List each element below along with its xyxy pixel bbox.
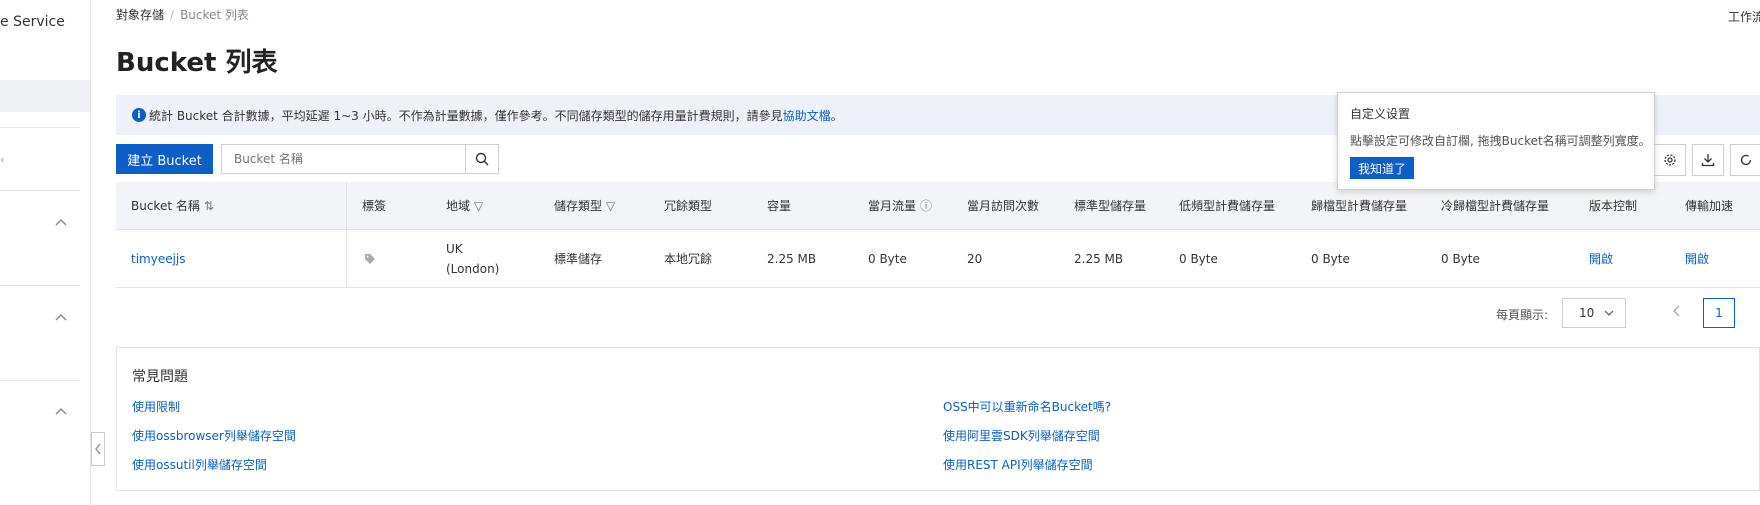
header-storage-type[interactable]: 儲存類型 ▽ <box>554 182 615 229</box>
sidebar-divider <box>0 285 80 286</box>
page-size-value: 10 <box>1579 306 1595 320</box>
help-doc-link[interactable]: 協助文檔 <box>783 107 831 124</box>
sidebar-divider <box>0 190 80 191</box>
header-bucket-name[interactable]: Bucket 名稱 ⇅ <box>131 182 214 229</box>
chevron-up-icon[interactable] <box>54 405 68 417</box>
tag-icon[interactable] <box>364 253 376 265</box>
sidebar-collapse-button[interactable] <box>91 432 105 466</box>
breadcrumb-separator: / <box>170 8 175 22</box>
chevron-up-icon[interactable] <box>54 311 68 323</box>
page-number-button[interactable]: 1 <box>1703 298 1735 328</box>
header-monthly-traffic: 當月流量 ⓘ <box>868 197 933 214</box>
header-region[interactable]: 地域 ▽ <box>446 182 483 229</box>
create-bucket-button[interactable]: 建立 Bucket <box>116 144 213 174</box>
faq-link[interactable]: 使用ossutil列舉儲存空間 <box>132 456 267 473</box>
page-size-select[interactable]: 10 <box>1562 298 1626 328</box>
page-size-label: 每頁顯示: <box>1496 308 1549 322</box>
notice-text: 統計 Bucket 合計數據，平均延遲 1~3 小時。不作為計量數據，僅作參考。… <box>149 108 783 123</box>
download-icon <box>1701 154 1715 167</box>
service-title: e Service <box>0 14 65 30</box>
faq-link[interactable]: 使用限制 <box>132 398 180 415</box>
archive-storage-cell: 0 Byte <box>1311 251 1350 266</box>
bucket-search-input[interactable] <box>221 144 466 174</box>
got-it-button[interactable]: 我知道了 <box>1350 157 1415 179</box>
header-tags: 標簽 <box>362 199 387 213</box>
page-title: Bucket 列表 <box>116 48 278 78</box>
standard-storage-cell: 2.25 MB <box>1074 251 1124 266</box>
chevron-left-icon <box>1673 305 1680 317</box>
prev-page-button[interactable] <box>1672 304 1682 322</box>
sidebar: e Service ‹ <box>0 0 91 505</box>
sidebar-item-marker: ‹ <box>0 153 5 166</box>
monthly-visits-cell: 20 <box>967 251 983 266</box>
header-redundancy: 冗餘類型 <box>664 199 713 213</box>
faq-link[interactable]: 使用REST API列舉儲存空間 <box>943 456 1093 473</box>
ia-storage-cell: 0 Byte <box>1179 251 1218 266</box>
sidebar-divider <box>0 127 80 128</box>
custom-settings-popover: 自定义设置 點擊設定可修改自訂欄, 拖拽Bucket名稱可調整列寬度。 我知道了 <box>1337 92 1655 190</box>
download-button[interactable] <box>1692 144 1724 176</box>
search-icon <box>475 152 489 166</box>
header-transfer-acceleration: 傳輸加速 <box>1685 199 1734 213</box>
versioning-link[interactable]: 開啟 <box>1589 230 1613 287</box>
help-icon[interactable]: ⓘ <box>920 197 932 214</box>
storage-type-cell: 標準儲存 <box>554 252 603 266</box>
filter-icon[interactable]: ▽ <box>606 199 615 213</box>
sidebar-divider <box>0 380 80 381</box>
bucket-name-link[interactable]: timyeejjs <box>131 230 186 287</box>
chevron-up-icon[interactable] <box>54 216 68 228</box>
popover-description: 點擊設定可修改自訂欄, 拖拽Bucket名稱可調整列寬度。 <box>1350 134 1651 148</box>
faq-panel: 常見問題 使用限制 使用ossbrowser列舉儲存空間 使用ossutil列舉… <box>116 347 1760 491</box>
bucket-table: Bucket 名稱 ⇅ 標簽 地域 ▽ 儲存類型 ▽ 冗餘類型 容量 當月流量 ⓘ 當月… <box>116 182 1760 288</box>
column-divider[interactable] <box>346 182 347 229</box>
popover-title: 自定义设置 <box>1350 107 1411 121</box>
region-line: UK <box>446 241 463 256</box>
cold-archive-storage-cell: 0 Byte <box>1441 251 1480 266</box>
header-standard-storage: 標準型儲存量 <box>1074 199 1147 213</box>
refresh-icon <box>1740 154 1752 166</box>
redundancy-cell: 本地冗餘 <box>664 252 713 266</box>
breadcrumb: 對象存儲 / Bucket 列表 <box>116 6 249 23</box>
settings-button[interactable] <box>1654 144 1686 176</box>
chevron-left-icon <box>95 443 101 455</box>
sort-icon[interactable]: ⇅ <box>204 199 214 213</box>
header-ia-storage: 低頻型計費儲存量 <box>1179 199 1276 213</box>
sidebar-item-active[interactable] <box>0 80 90 112</box>
region-cell: UK (London) <box>446 230 499 287</box>
capacity-cell: 2.25 MB <box>767 251 817 266</box>
transfer-acceleration-link[interactable]: 開啟 <box>1685 230 1709 287</box>
faq-title: 常見問題 <box>132 369 188 385</box>
column-divider <box>346 230 347 287</box>
region-line: (London) <box>446 261 500 276</box>
faq-link[interactable]: 使用ossbrowser列舉儲存空間 <box>132 427 296 444</box>
info-icon: i <box>132 108 146 122</box>
tag-cell[interactable] <box>364 230 376 287</box>
search-button[interactable] <box>465 144 499 174</box>
table-row: timyeejjs UK (London) 標準儲存 本地冗餘 2.25 MB … <box>116 230 1760 288</box>
breadcrumb-current: Bucket 列表 <box>180 8 249 22</box>
faq-link[interactable]: OSS中可以重新命名Bucket嗎? <box>943 398 1111 415</box>
breadcrumb-root[interactable]: 對象存儲 <box>116 8 164 22</box>
filter-icon[interactable]: ▽ <box>474 199 483 213</box>
notice-tail: 。 <box>830 108 843 123</box>
top-right-link[interactable]: 工作流 <box>1728 8 1760 25</box>
monthly-traffic-cell: 0 Byte <box>868 251 907 266</box>
header-capacity: 容量 <box>767 199 792 213</box>
refresh-button[interactable] <box>1730 144 1760 176</box>
header-monthly-visits: 當月訪問次數 <box>967 199 1040 213</box>
chevron-down-icon <box>1604 310 1614 316</box>
gear-icon <box>1664 154 1676 166</box>
faq-link[interactable]: 使用阿里雲SDK列舉儲存空間 <box>943 427 1100 444</box>
